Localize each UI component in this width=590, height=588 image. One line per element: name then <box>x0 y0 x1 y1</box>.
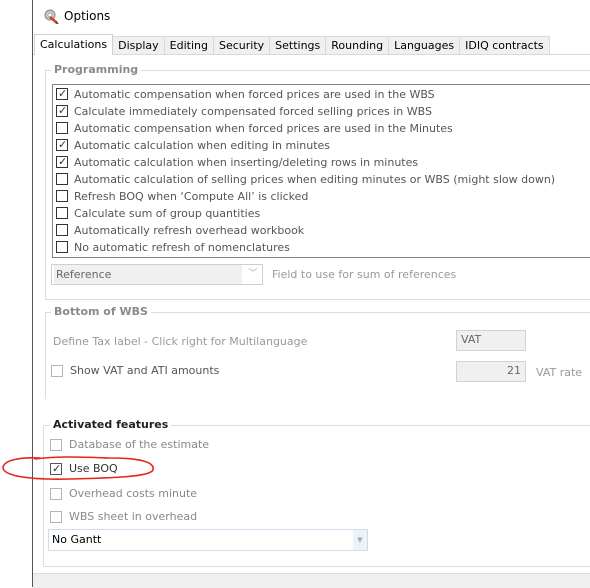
tab-rounding[interactable]: Rounding <box>325 36 390 54</box>
list-item-label: Automatic compensation when forced price… <box>74 121 453 135</box>
feature-row[interactable]: WBS sheet in overhead <box>50 510 197 523</box>
checkbox[interactable] <box>56 224 68 236</box>
list-item[interactable]: ✓ Automatic compensation when forced pri… <box>56 86 435 102</box>
list-item-label: Automatic calculation when editing in mi… <box>74 138 331 152</box>
list-item-label: Automatically refresh overhead workbook <box>74 223 305 237</box>
checkbox[interactable] <box>56 190 68 202</box>
list-item[interactable]: Automatic calculation of selling prices … <box>56 171 555 187</box>
list-item-label: Automatic calculation when inserting/del… <box>74 155 419 169</box>
list-item-label: Calculate immediately compensated forced… <box>74 104 432 118</box>
list-item[interactable]: ✓ Automatic calculation when inserting/d… <box>56 154 418 170</box>
gantt-select[interactable]: No Gantt ▼ <box>48 529 368 551</box>
feature-label: WBS sheet in overhead <box>69 510 198 523</box>
checkbox[interactable]: ✓ <box>56 105 68 117</box>
checkbox[interactable] <box>56 122 68 134</box>
vat-rate-input[interactable]: 21 <box>456 361 526 382</box>
tab-editing[interactable]: Editing <box>163 36 214 54</box>
tab-calculations[interactable]: Calculations <box>34 34 114 55</box>
checkbox[interactable]: ✓ <box>56 156 68 168</box>
activated-features-legend: Activated features <box>50 418 172 431</box>
list-item-label: Automatic calculation of selling prices … <box>74 172 556 186</box>
checkbox[interactable] <box>56 207 68 219</box>
list-item-label: Automatic compensation when forced price… <box>74 87 435 101</box>
options-gear-pencil-icon <box>44 9 59 24</box>
check-icon: ✓ <box>58 155 68 168</box>
programming-options-list[interactable]: ✓ Automatic compensation when forced pri… <box>52 84 590 258</box>
tab-languages[interactable]: Languages <box>388 36 461 54</box>
title-bar[interactable] <box>33 0 590 32</box>
vat-rate-label: VAT rate <box>536 366 583 379</box>
gantt-select-value: No Gantt <box>52 533 102 546</box>
reference-field-select[interactable]: Reference ﹀ <box>51 264 263 285</box>
tab-settings[interactable]: Settings <box>269 36 327 54</box>
show-vat-label: Show VAT and ATI amounts <box>70 364 220 377</box>
dialog-footer <box>33 573 590 588</box>
check-icon: ✓ <box>58 104 68 117</box>
reference-field-value: Reference <box>54 265 242 284</box>
tab-idiq-contracts[interactable]: IDIQ contracts <box>459 36 550 54</box>
list-item[interactable]: No automatic refresh of nomenclatures <box>56 239 290 255</box>
red-annotation-ellipse <box>2 456 154 480</box>
list-item[interactable]: ✓ Calculate immediately compensated forc… <box>56 103 432 119</box>
feature-row[interactable]: Overhead costs minute <box>50 487 197 500</box>
check-icon: ✓ <box>58 87 68 100</box>
list-item-label: No automatic refresh of nomenclatures <box>74 240 290 254</box>
tab-security[interactable]: Security <box>212 36 271 54</box>
tab-display[interactable]: Display <box>112 36 165 54</box>
database-estimate-checkbox[interactable] <box>50 438 62 451</box>
overhead-costs-checkbox[interactable] <box>50 487 62 500</box>
list-item[interactable]: ✓ Automatic calculation when editing in … <box>56 137 330 153</box>
window-title: Options <box>64 9 111 23</box>
chevron-down-icon[interactable]: ﹀ <box>244 265 262 284</box>
list-item-label: Calculate sum of group quantities <box>74 206 261 220</box>
feature-label: Overhead costs minute <box>69 487 198 500</box>
checkbox[interactable] <box>56 173 68 185</box>
dropdown-arrow-icon[interactable]: ▼ <box>353 530 367 550</box>
check-icon: ✓ <box>58 138 68 151</box>
list-item-label: Refresh BOQ when ‘Compute All’ is clicke… <box>74 189 309 203</box>
reference-field-label: Field to use for sum of references <box>272 268 457 281</box>
list-item[interactable]: Automatic compensation when forced price… <box>56 120 453 136</box>
bottom-wbs-group <box>45 312 590 399</box>
tab-strip: Calculations Display Editing Security Se… <box>34 34 550 55</box>
checkbox[interactable]: ✓ <box>56 88 68 100</box>
show-vat-checkbox[interactable] <box>51 364 63 377</box>
checkbox[interactable] <box>56 241 68 253</box>
list-item[interactable]: Refresh BOQ when ‘Compute All’ is clicke… <box>56 188 308 204</box>
show-vat-row[interactable]: Show VAT and ATI amounts <box>51 364 219 377</box>
tax-label-caption: Define Tax label - Click right for Multi… <box>53 335 308 348</box>
wbs-sheet-checkbox[interactable] <box>50 510 62 523</box>
list-item[interactable]: Calculate sum of group quantities <box>56 205 260 221</box>
bottom-wbs-legend: Bottom of WBS <box>51 305 151 318</box>
checkbox[interactable]: ✓ <box>56 139 68 151</box>
list-item[interactable]: Automatically refresh overhead workbook <box>56 222 304 238</box>
tax-label-input[interactable]: VAT <box>456 330 526 351</box>
programming-legend: Programming <box>51 63 142 76</box>
